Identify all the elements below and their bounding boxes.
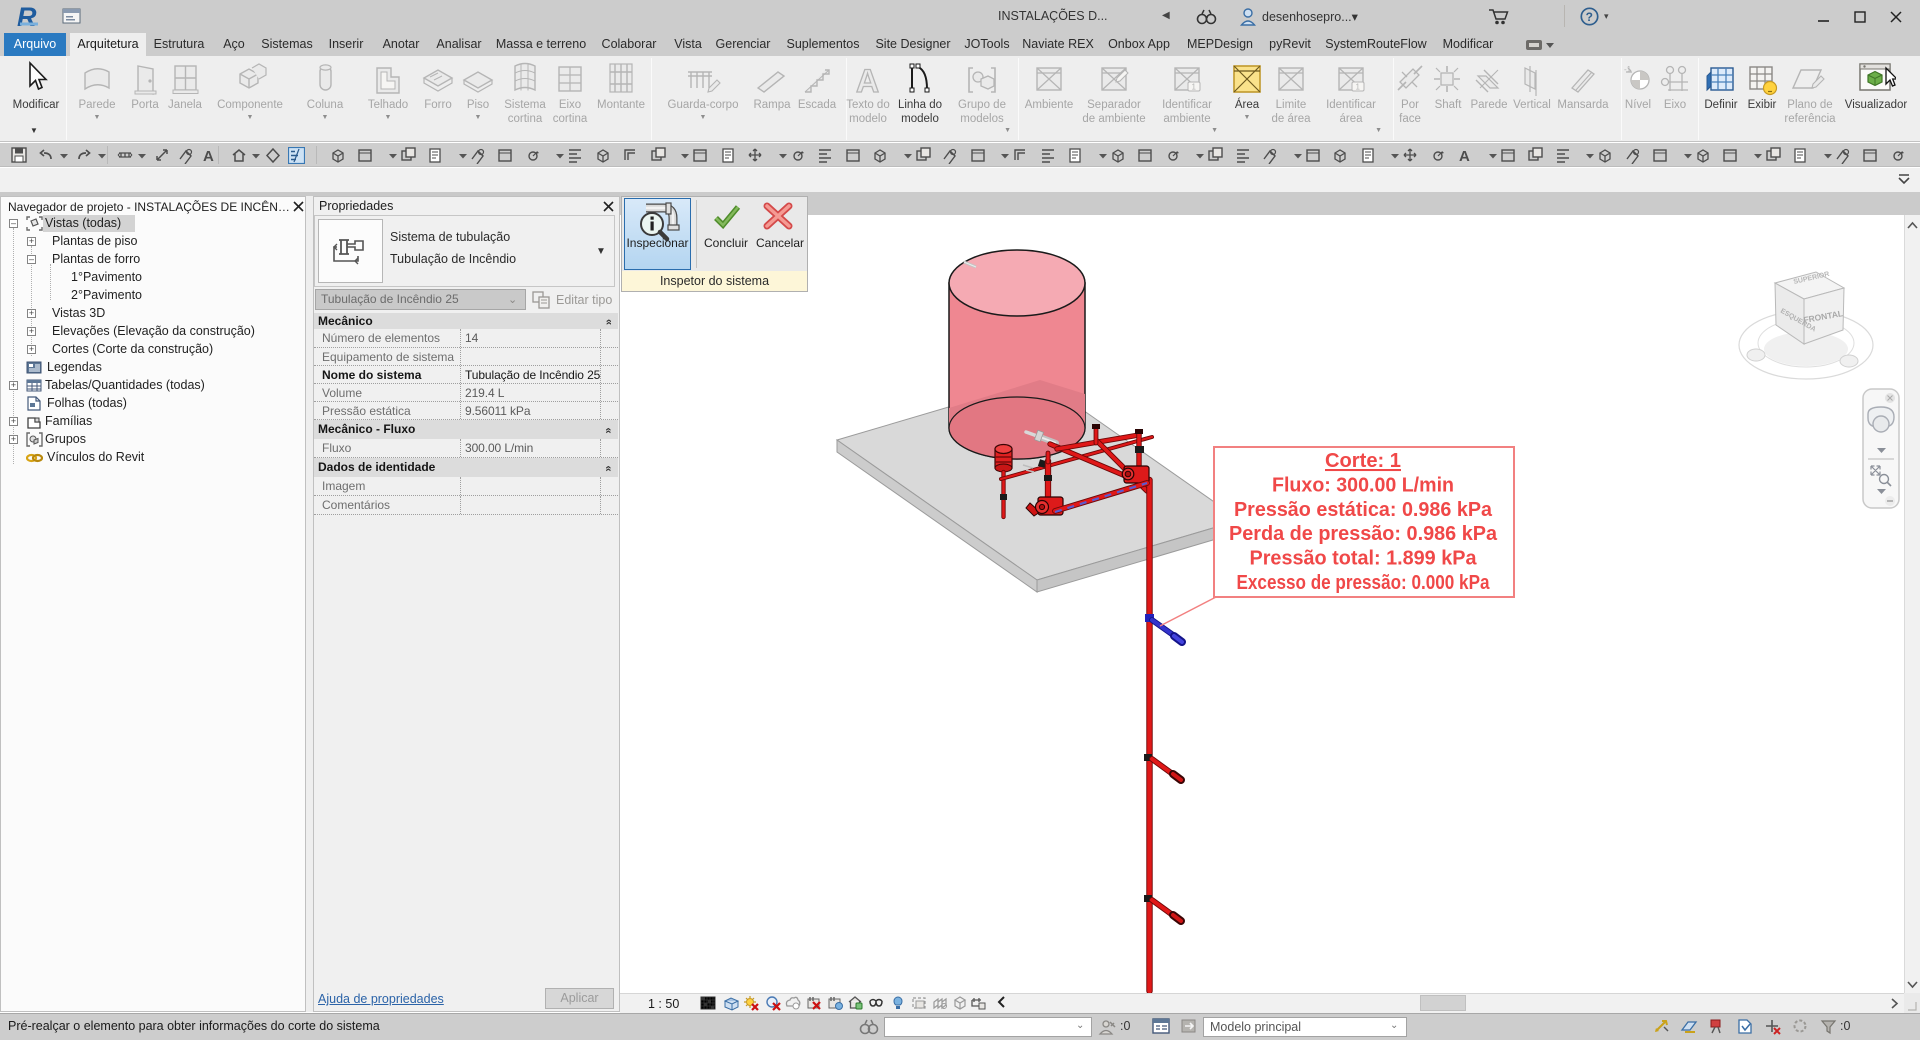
svg-text:?: ? bbox=[1586, 10, 1593, 24]
svg-text:1: 1 bbox=[1192, 83, 1197, 92]
svg-text:A: A bbox=[856, 63, 879, 98]
svg-text:A: A bbox=[203, 148, 214, 164]
svg-text:Corte: 1: Corte: 1 bbox=[1325, 449, 1401, 472]
svg-text:Excesso de pressão: 0.000 kPa: Excesso de pressão: 0.000 kPa bbox=[1237, 571, 1490, 594]
svg-text:1: 1 bbox=[1356, 83, 1361, 92]
svg-text:Pressão total: 1.899 kPa: Pressão total: 1.899 kPa bbox=[1250, 547, 1478, 570]
svg-text:R: R bbox=[17, 3, 37, 31]
svg-text:A: A bbox=[1459, 148, 1470, 164]
svg-text:-1: -1 bbox=[1624, 65, 1632, 74]
svg-text:Perda de pressão: 0.986 kPa: Perda de pressão: 0.986 kPa bbox=[1229, 522, 1498, 545]
svg-text:Pressão estática: 0.986 kPa: Pressão estática: 0.986 kPa bbox=[1234, 498, 1493, 521]
svg-text:Fluxo: 300.00 L/min: Fluxo: 300.00 L/min bbox=[1272, 474, 1454, 497]
